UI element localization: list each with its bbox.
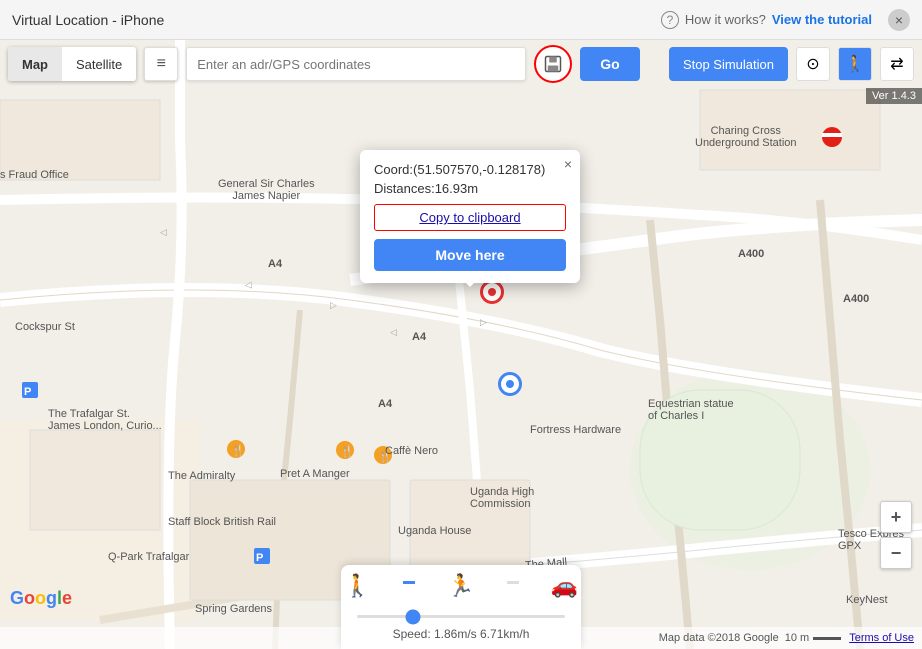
close-button[interactable]: × xyxy=(888,9,910,31)
share-icon: ⇄ xyxy=(890,54,903,74)
terms-link[interactable]: Terms of Use xyxy=(849,632,914,644)
map-attribution: Map data ©2018 Google xyxy=(659,632,779,644)
coords-input[interactable] xyxy=(186,47,526,81)
general-napier-label: General Sir CharlesJames Napier xyxy=(218,178,315,202)
spring-gardens-label: Spring Gardens xyxy=(195,603,272,615)
admiralty-label: The Admiralty xyxy=(168,470,235,482)
car-speed-icon[interactable]: 🚗 xyxy=(551,573,578,599)
keynest-label: KeyNest xyxy=(846,594,888,606)
move-here-btn[interactable]: Move here xyxy=(374,239,566,271)
distance-text: Distances:16.93m xyxy=(374,181,566,196)
a400-label1: A400 xyxy=(738,248,764,260)
google-logo: Google xyxy=(10,588,72,609)
speed-mode-icons: 🚶 🏃 🚗 xyxy=(344,573,578,599)
cockspur-label: Cockspur St xyxy=(15,321,75,333)
svg-text:◁: ◁ xyxy=(160,227,167,237)
fraud-label: s Fraud Office xyxy=(0,169,69,181)
speed-text: Speed: 1.86m/s 6.71km/h xyxy=(393,627,530,641)
go-btn[interactable]: Go xyxy=(580,47,639,81)
save-icon-btn[interactable] xyxy=(534,45,572,83)
svg-text:P: P xyxy=(24,386,31,398)
secondary-pin[interactable] xyxy=(498,372,522,396)
zoom-out-btn[interactable]: − xyxy=(880,537,912,569)
popup-close-btn[interactable]: × xyxy=(564,156,572,172)
a4-label3: A4 xyxy=(378,398,392,410)
speed-slider-container xyxy=(357,605,565,623)
equestrian-label: Equestrian statueof Charles I xyxy=(648,398,734,422)
map-btn[interactable]: Map xyxy=(8,47,62,81)
a4-label1: A4 xyxy=(268,258,282,270)
trafalgar-label: The Trafalgar St.James London, Curio... xyxy=(48,408,162,432)
coord-text: Coord:(51.507570,-0.128178) xyxy=(374,162,566,177)
walk-speed-icon[interactable]: 🚶 xyxy=(344,573,371,599)
a4-label2: A4 xyxy=(412,331,426,343)
map-type-toggle: Map Satellite xyxy=(8,47,136,81)
help-area: ? How it works? View the tutorial × xyxy=(661,9,910,31)
compass-btn[interactable]: ⊙ xyxy=(796,47,830,81)
svg-text:🍴: 🍴 xyxy=(231,444,245,457)
staff-block-label: Staff Block British Rail xyxy=(168,516,276,528)
uganda-house-label: Uganda House xyxy=(398,525,471,537)
zoom-in-btn[interactable]: + xyxy=(880,501,912,533)
pret-label: Pret A Manger xyxy=(280,468,350,480)
map-top-bar: Map Satellite ≡ Go Stop Simulation ⊙ 🚶 ⇄ xyxy=(0,40,922,88)
stop-simulation-btn[interactable]: Stop Simulation xyxy=(669,47,788,81)
list-icon: ≡ xyxy=(157,55,166,73)
run-speed-icon[interactable]: 🏃 xyxy=(447,573,474,599)
map-scale-label: 10 m xyxy=(785,632,809,644)
location-popup: × Coord:(51.507570,-0.128178) Distances:… xyxy=(360,150,580,283)
scale-bar xyxy=(813,637,841,640)
fortress-label: Fortress Hardware xyxy=(530,424,621,436)
copy-clipboard-btn[interactable]: Copy to clipboard xyxy=(374,204,566,231)
svg-text:P: P xyxy=(256,552,263,564)
uganda-high-label: Uganda HighCommission xyxy=(470,486,534,510)
app-title: Virtual Location - iPhone xyxy=(12,12,661,28)
help-question-icon: ? xyxy=(661,11,679,29)
save-icon xyxy=(544,55,562,73)
charing-cross-label: Charing CrossUnderground Station xyxy=(695,125,797,149)
speed-slider[interactable] xyxy=(357,615,565,618)
svg-text:▷: ▷ xyxy=(480,317,487,327)
list-icon-btn[interactable]: ≡ xyxy=(144,47,178,81)
map-container: ◁ ▷ ▷ ◁ ▷ ◁ ▷ ▷ P P 🍴 🍴 🍴 Map Satellite … xyxy=(0,40,922,649)
svg-text:◁: ◁ xyxy=(390,327,397,337)
svg-text:▷: ▷ xyxy=(330,300,337,310)
how-it-works-text: How it works? xyxy=(685,12,766,27)
map-controls-right: + − xyxy=(880,501,912,569)
satellite-btn[interactable]: Satellite xyxy=(62,47,136,81)
titlebar: Virtual Location - iPhone ? How it works… xyxy=(0,0,922,40)
svg-text:◁: ◁ xyxy=(244,279,252,290)
walk-icon: 🚶 xyxy=(845,54,865,74)
main-pin[interactable] xyxy=(480,280,504,304)
view-tutorial-link[interactable]: View the tutorial xyxy=(772,12,872,27)
svg-text:🍴: 🍴 xyxy=(340,445,354,458)
caffe-nero-label: Caffè Nero xyxy=(385,445,438,457)
speed-bar: 🚶 🏃 🚗 Speed: 1.86m/s 6.71km/h xyxy=(341,565,581,649)
version-badge: Ver 1.4.3 xyxy=(866,88,922,104)
qpark-label: Q-Park Trafalgar xyxy=(108,551,189,563)
share-btn[interactable]: ⇄ xyxy=(880,47,914,81)
compass-icon: ⊙ xyxy=(806,54,819,74)
a400-label2: A400 xyxy=(843,293,869,305)
walk-mode-btn[interactable]: 🚶 xyxy=(838,47,872,81)
